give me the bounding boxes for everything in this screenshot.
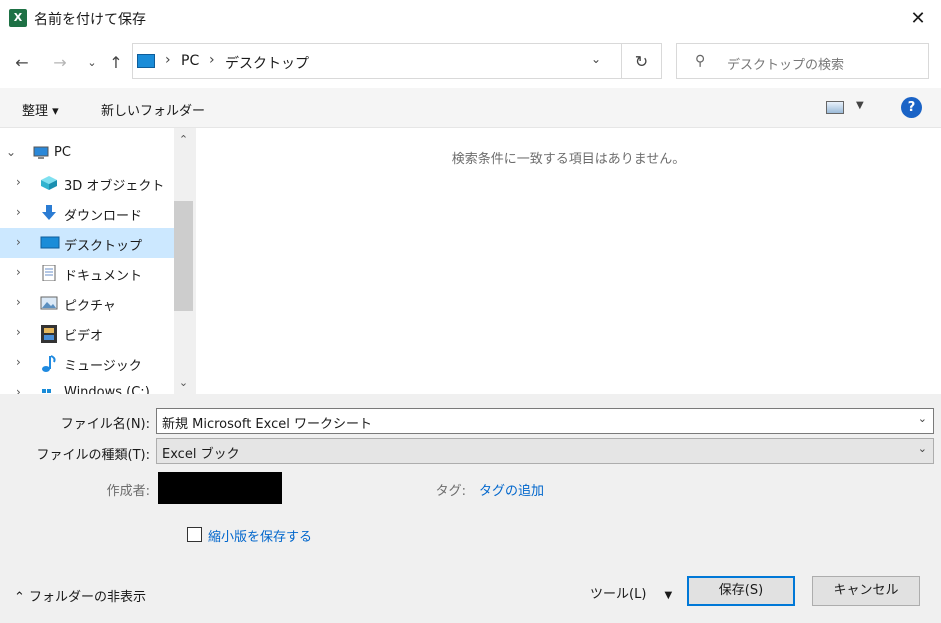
breadcrumb-separator-icon[interactable]: › [165, 52, 171, 68]
new-folder-button[interactable]: 新しいフォルダー [101, 100, 205, 119]
breadcrumb-separator-icon[interactable]: › [209, 52, 215, 68]
nav-item-label: ビデオ [64, 329, 104, 344]
tags-label: タグ: [435, 484, 466, 499]
search-input[interactable]: デスクトップの検索 [727, 54, 844, 73]
author-label: 作成者: [106, 484, 150, 499]
organize-button[interactable]: 整理 ▾ [22, 100, 59, 119]
3d-objects-icon [40, 175, 58, 191]
chevron-right-icon[interactable]: › [16, 265, 21, 279]
search-box[interactable]: ⚲ デスクトップの検索 [676, 43, 929, 79]
download-icon [40, 205, 58, 221]
nav-item-label: 3D オブジェクト [64, 179, 165, 194]
hide-folders-label: フォルダーの非表示 [29, 590, 147, 605]
filetype-select[interactable]: Excel ブック ⌄ [156, 438, 934, 464]
nav-item-label: ミュージック [64, 359, 142, 374]
excel-icon: X [9, 9, 27, 27]
chevron-up-icon: ⌃ [14, 590, 25, 605]
chevron-down-icon[interactable]: ⌄ [6, 145, 16, 159]
filename-label: ファイル名(N): [60, 417, 150, 432]
refresh-icon[interactable]: ↻ [621, 44, 661, 78]
nav-item-windows-drive[interactable]: › Windows (C:) [0, 378, 174, 394]
file-list[interactable]: 検索条件に一致する項目はありません。 [196, 128, 941, 394]
add-tag-link[interactable]: タグの追加 [479, 480, 544, 499]
music-icon [40, 355, 58, 372]
pictures-icon [40, 295, 58, 311]
nav-item-label: ドキュメント [64, 269, 143, 284]
view-options-icon[interactable] [826, 101, 844, 114]
chevron-right-icon[interactable]: › [16, 205, 21, 219]
caret-down-icon: ▼ [664, 590, 673, 601]
chevron-right-icon[interactable]: › [16, 325, 21, 339]
close-button[interactable]: ✕ [895, 0, 941, 36]
nav-item-label: ダウンロード [64, 209, 143, 224]
chevron-right-icon[interactable]: › [16, 175, 21, 189]
nav-item-label: デスクトップ [64, 239, 143, 254]
chevron-right-icon[interactable]: › [16, 295, 21, 309]
filename-value: 新規 Microsoft Excel ワークシート [162, 417, 372, 432]
chevron-up-icon[interactable]: ⌃ [174, 131, 193, 148]
recent-locations-chevron-icon[interactable]: ⌄ [80, 50, 104, 74]
nav-item-pc[interactable]: ⌄ PC [0, 138, 174, 168]
window-title: 名前を付けて保存 [34, 12, 146, 28]
empty-results-message: 検索条件に一致する項目はありません。 [451, 152, 686, 167]
chevron-down-icon[interactable]: ⌄ [918, 412, 927, 425]
desktop-location-icon [137, 54, 155, 68]
chevron-down-icon[interactable]: ⌄ [591, 52, 601, 66]
documents-icon [40, 264, 58, 282]
nav-item-downloads[interactable]: › ダウンロード [0, 198, 174, 228]
help-icon[interactable]: ? [901, 97, 922, 118]
chevron-right-icon[interactable]: › [16, 355, 21, 369]
address-bar[interactable]: › PC › デスクトップ ⌄ ↻ [132, 43, 662, 79]
filetype-label: ファイルの種類(T): [36, 448, 150, 463]
save-thumbnail-checkbox[interactable] [187, 527, 202, 542]
forward-arrow-icon[interactable]: → [48, 50, 72, 74]
nav-item-documents[interactable]: › ドキュメント [0, 258, 174, 288]
nav-item-pictures[interactable]: › ピクチャ [0, 288, 174, 318]
save-form: ファイル名(N): 新規 Microsoft Excel ワークシート ⌄ ファ… [0, 394, 941, 623]
drive-icon [40, 385, 58, 394]
chevron-down-icon[interactable]: ⌄ [174, 374, 193, 391]
breadcrumb-desktop[interactable]: デスクトップ [225, 53, 309, 73]
nav-item-videos[interactable]: › ビデオ [0, 318, 174, 348]
tools-button[interactable]: ツール(L) ▼ [590, 583, 672, 602]
desktop-icon [40, 235, 60, 251]
command-bar: 整理 ▾ 新しいフォルダー ▼ ? [0, 88, 941, 128]
nav-item-3d-objects[interactable]: › 3D オブジェクト [0, 168, 174, 198]
hide-folders-button[interactable]: ⌃ フォルダーの非表示 [14, 586, 146, 605]
scrollbar-thumb[interactable] [174, 201, 193, 311]
address-row: ← → ⌄ ↑ › PC › デスクトップ ⌄ ↻ ⚲ デスクトップの検索 [0, 36, 941, 88]
navigation-pane[interactable]: ⌄ PC › 3D オブジェクト › ダウンロード › デスクトップ › ドキュ… [0, 128, 193, 394]
author-value-redacted[interactable] [158, 472, 282, 504]
filetype-value: Excel ブック [162, 447, 240, 462]
breadcrumb-pc[interactable]: PC [181, 53, 199, 69]
cancel-button[interactable]: キャンセル [812, 576, 920, 606]
nav-item-desktop[interactable]: › デスクトップ [0, 228, 174, 258]
nav-item-label: ピクチャ [64, 299, 116, 314]
videos-icon [40, 325, 58, 343]
chevron-right-icon[interactable]: › [16, 235, 21, 249]
pc-icon [32, 145, 50, 161]
search-icon: ⚲ [695, 53, 706, 69]
save-button[interactable]: 保存(S) [687, 576, 795, 606]
caret-down-icon[interactable]: ▼ [856, 100, 864, 111]
nav-item-music[interactable]: › ミュージック [0, 348, 174, 378]
nav-item-label: PC [54, 145, 71, 160]
chevron-right-icon[interactable]: › [16, 385, 21, 394]
back-arrow-icon[interactable]: ← [10, 50, 34, 74]
chevron-down-icon[interactable]: ⌄ [918, 442, 927, 455]
save-thumbnail-label[interactable]: 縮小版を保存する [208, 526, 312, 545]
tools-label: ツール(L) [590, 587, 647, 602]
nav-item-label: Windows (C:) [64, 385, 150, 394]
nav-scrollbar[interactable]: ⌃ ⌄ [174, 128, 193, 394]
up-arrow-icon[interactable]: ↑ [104, 50, 128, 74]
title-bar: X 名前を付けて保存 ✕ [0, 0, 941, 36]
filename-field[interactable]: 新規 Microsoft Excel ワークシート ⌄ [156, 408, 934, 434]
